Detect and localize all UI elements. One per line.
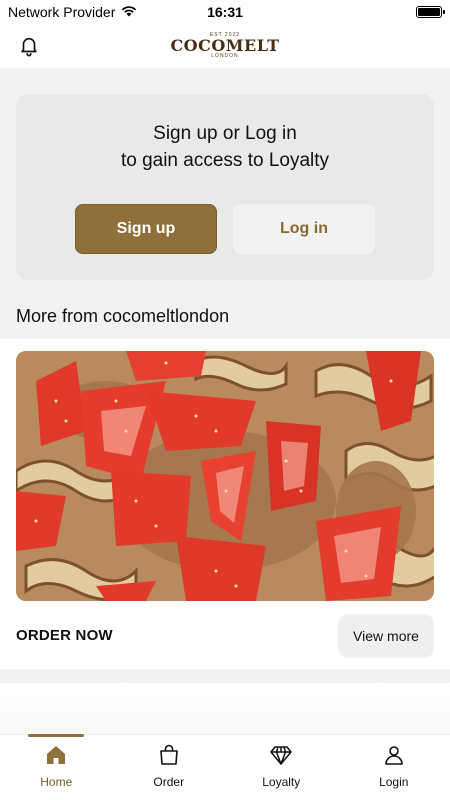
notifications-button[interactable] xyxy=(16,33,42,59)
brand-logo: EST 2022 COCOMELT LONDON xyxy=(170,33,279,59)
user-icon xyxy=(384,746,403,765)
home-icon xyxy=(47,746,66,764)
active-tab-indicator xyxy=(28,734,84,737)
tab-login[interactable]: Login xyxy=(338,735,450,800)
status-left: Network Provider xyxy=(8,4,137,20)
tab-loyalty-label: Loyalty xyxy=(262,775,301,789)
tab-order[interactable]: Order xyxy=(113,735,226,800)
feed-section-title: More from cocomeltlondon xyxy=(16,306,230,326)
order-now-label[interactable]: ORDER NOW xyxy=(16,627,113,644)
bottom-tab-bar: Home Order Loyalty Login xyxy=(0,734,450,800)
main-content[interactable]: Sign up or Log in to gain access to Loya… xyxy=(0,68,450,734)
feed-post-card[interactable]: ORDER NOW View more xyxy=(0,339,450,669)
next-feed-card xyxy=(0,683,450,734)
tab-home[interactable]: Home xyxy=(0,734,113,800)
diamond-icon xyxy=(270,746,292,765)
login-prompt-card: Sign up or Log in to gain access to Loya… xyxy=(16,94,434,280)
sign-up-button[interactable]: Sign up xyxy=(75,204,217,254)
battery-icon xyxy=(416,6,445,18)
bell-icon xyxy=(21,37,37,57)
app-header: EST 2022 COCOMELT LONDON xyxy=(0,24,450,68)
login-prompt-line1: Sign up or Log in xyxy=(153,123,297,144)
tab-home-label: Home xyxy=(40,775,73,789)
login-prompt-text: Sign up or Log in to gain access to Loya… xyxy=(16,120,434,174)
carrier-label: Network Provider xyxy=(8,4,116,20)
login-prompt-line2: to gain access to Loyalty xyxy=(120,150,330,171)
bag-icon xyxy=(159,744,178,765)
wifi-icon xyxy=(121,4,137,20)
log-in-button[interactable]: Log in xyxy=(233,204,375,254)
tab-login-label: Login xyxy=(379,775,409,789)
tab-order-label: Order xyxy=(153,775,185,789)
tab-loyalty[interactable]: Loyalty xyxy=(225,735,338,800)
view-more-button[interactable]: View more xyxy=(338,614,434,658)
post-image[interactable] xyxy=(16,351,434,601)
status-bar: Network Provider 16:31 xyxy=(0,0,450,24)
logo-name-text: COCOMELT xyxy=(170,36,280,55)
